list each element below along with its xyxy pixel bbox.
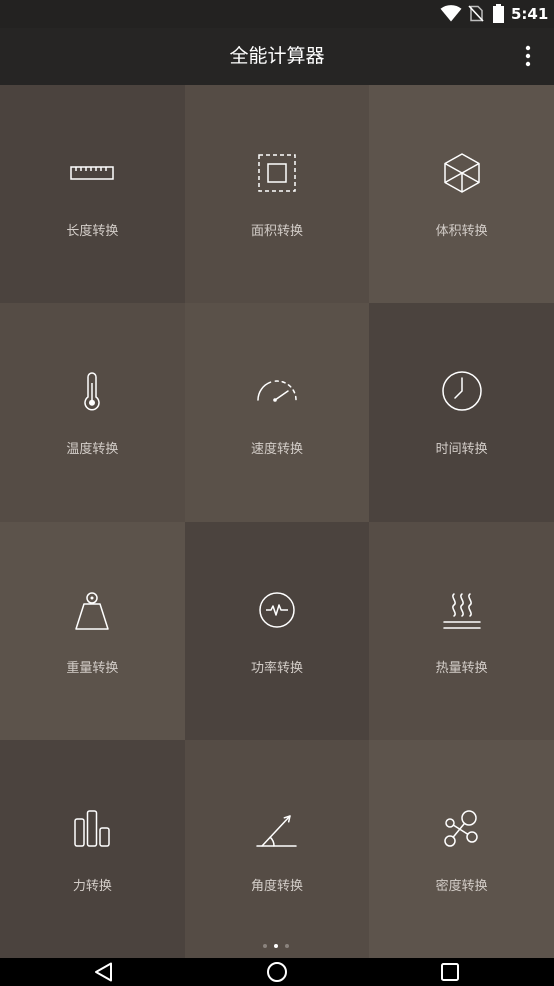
density-conversion-tile[interactable]: 密度转换 [369, 739, 554, 958]
tile-label: 角度转换 [250, 878, 303, 894]
ruler-icon [68, 149, 116, 197]
temperature-conversion-tile[interactable]: 温度转换 [0, 303, 185, 522]
tile-label: 力转换 [72, 878, 112, 894]
app-title: 全能计算器 [229, 45, 325, 67]
bar-chart-icon [68, 804, 116, 852]
length-conversion-tile[interactable]: 长度转换 [0, 85, 185, 304]
recents-button[interactable] [438, 960, 462, 984]
page-dot [285, 944, 289, 948]
speed-conversion-tile[interactable]: 速度转换 [184, 303, 370, 522]
tile-label: 功率转换 [250, 660, 303, 676]
area-square-icon [253, 149, 301, 197]
overflow-menu-button[interactable] [516, 41, 540, 71]
weight-icon [68, 586, 116, 634]
power-pulse-icon [253, 586, 301, 634]
time-conversion-tile[interactable]: 时间转换 [369, 303, 554, 522]
volume-conversion-tile[interactable]: 体积转换 [369, 85, 554, 304]
angle-conversion-tile[interactable]: 角度转换 [184, 739, 370, 958]
power-conversion-tile[interactable]: 功率转换 [184, 521, 370, 740]
clock-icon [438, 367, 486, 415]
tile-label: 重量转换 [66, 660, 119, 676]
area-conversion-tile[interactable]: 面积转换 [184, 85, 370, 304]
weight-conversion-tile[interactable]: 重量转换 [0, 521, 185, 740]
page-dot [263, 944, 267, 948]
converter-grid: 长度转换 面积转换 体积转换 温度转换 速度转换 时间转换 重量转换 功率转换 … [0, 85, 554, 958]
heat-waves-icon [438, 586, 486, 634]
force-conversion-tile[interactable]: 力转换 [0, 739, 185, 958]
no-sim-icon [468, 5, 484, 22]
tile-label: 长度转换 [66, 224, 119, 239]
angle-icon [253, 804, 301, 852]
status-bar: 5:41 [0, 0, 554, 28]
home-button[interactable] [265, 960, 289, 984]
tile-label: 热量转换 [435, 660, 488, 676]
back-icon [95, 962, 112, 982]
home-icon [267, 962, 287, 982]
page-dot-active [274, 944, 278, 948]
status-time: 5:41 [511, 5, 549, 23]
app-bar: 全能计算器 [0, 28, 554, 85]
tile-label: 体积转换 [435, 224, 488, 239]
speedometer-icon [253, 367, 301, 415]
tile-label: 面积转换 [250, 224, 303, 239]
tile-label: 密度转换 [435, 878, 488, 894]
page-indicator [261, 944, 293, 949]
cube-icon [438, 149, 486, 197]
navigation-bar [0, 958, 554, 986]
recents-icon [441, 963, 459, 981]
thermometer-icon [68, 367, 116, 415]
heat-conversion-tile[interactable]: 热量转换 [369, 521, 554, 740]
molecule-icon [438, 804, 486, 852]
battery-icon [493, 4, 504, 23]
overflow-menu-icon [525, 45, 531, 67]
wifi-icon [440, 5, 462, 22]
tile-label: 速度转换 [250, 442, 303, 458]
tile-label: 时间转换 [435, 442, 488, 458]
back-button[interactable] [92, 960, 116, 984]
tile-label: 温度转换 [66, 442, 119, 458]
